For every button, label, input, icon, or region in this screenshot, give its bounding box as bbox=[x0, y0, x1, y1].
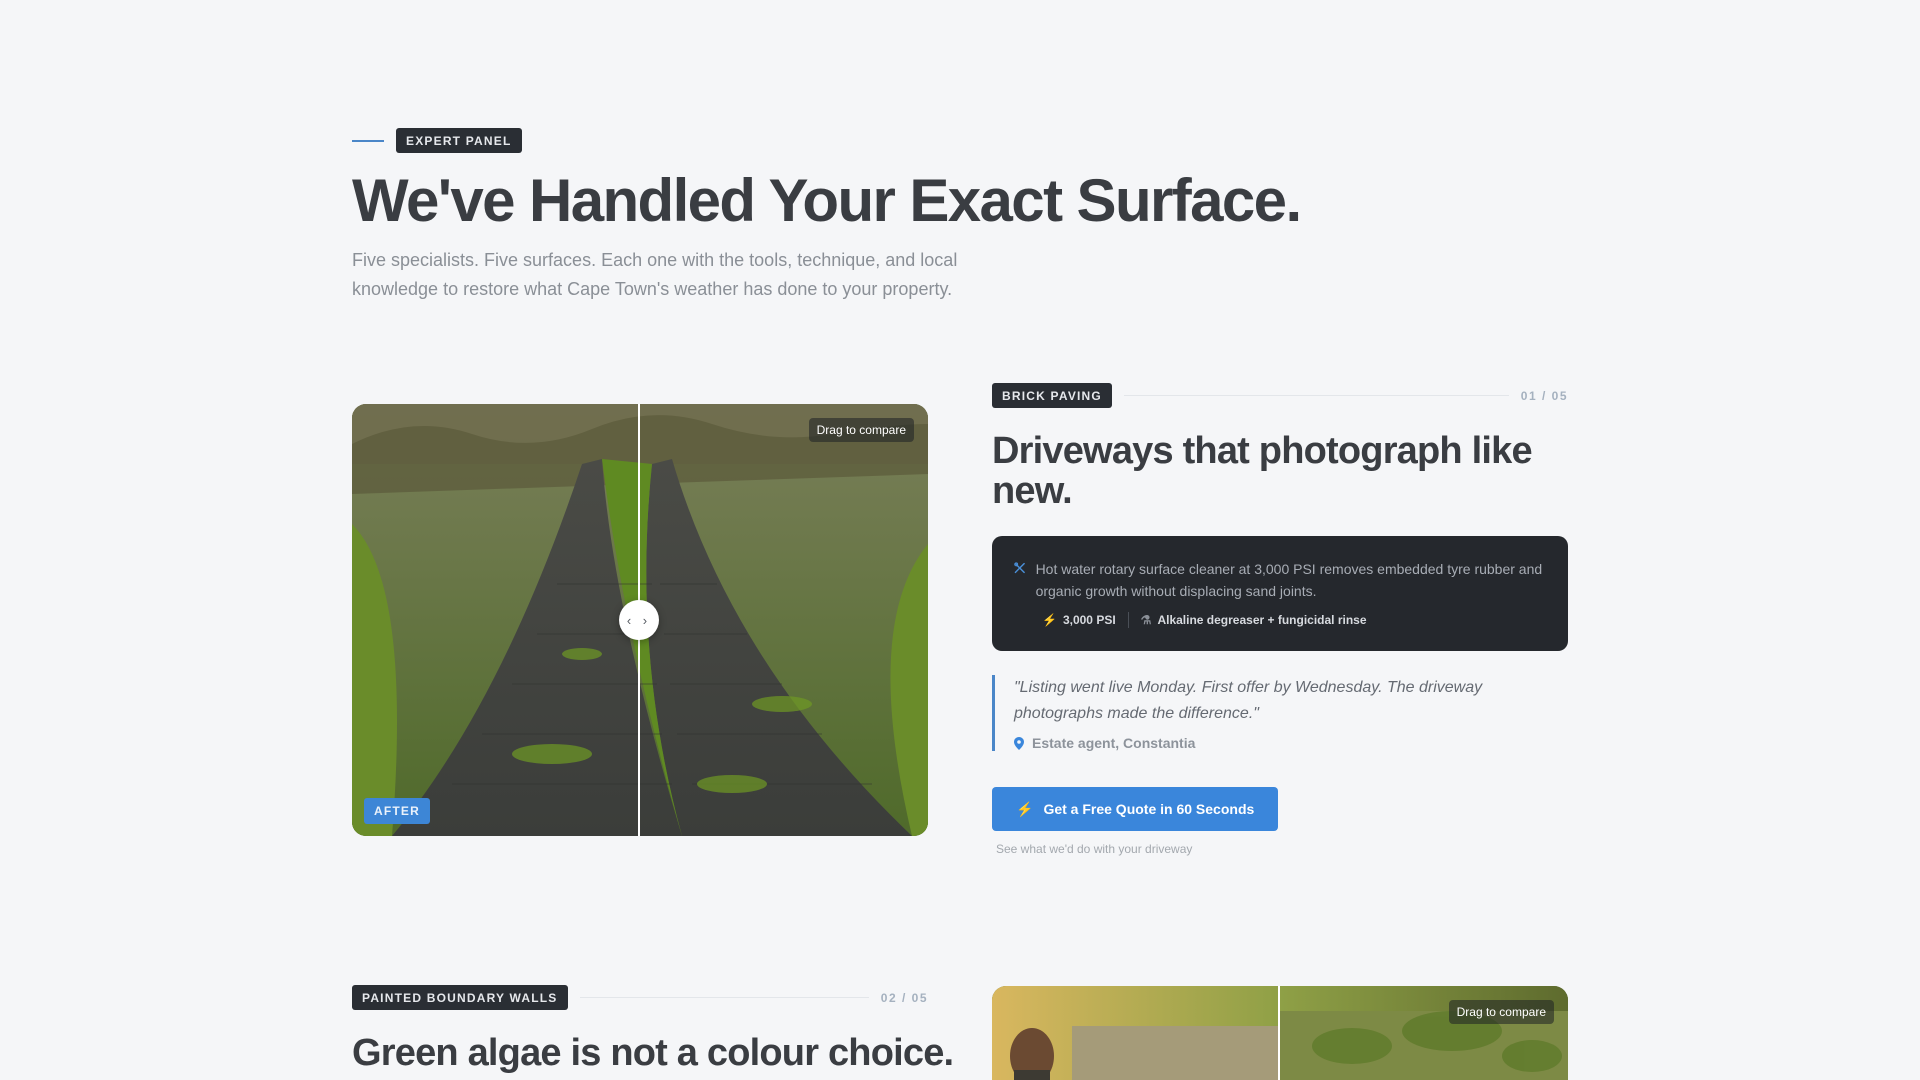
free-quote-button[interactable]: ⚡ Get a Free Quote in 60 Seconds bbox=[992, 787, 1279, 831]
pill-separator bbox=[1127, 612, 1129, 628]
flask-icon: ⚗ bbox=[1140, 613, 1152, 627]
location-pin-icon bbox=[1014, 736, 1024, 750]
chevrons-left-right-icon: ‹ › bbox=[626, 612, 652, 628]
compare-divider[interactable] bbox=[1278, 986, 1280, 1080]
bolt-icon: ⚡ bbox=[1016, 800, 1034, 817]
free-quote-label: Get a Free Quote in 60 Seconds bbox=[1043, 801, 1255, 817]
pressure-pill: ⚡ 3,000 PSI bbox=[1042, 613, 1116, 627]
section-header-brick-paving: BRICK PAVING 01 / 05 bbox=[992, 383, 1568, 408]
tools-icon bbox=[1014, 562, 1025, 574]
quote-author: Estate agent, Constantia bbox=[1014, 735, 1532, 751]
technique-pills: ⚡ 3,000 PSI ⚗ Alkaline degreaser + fungi… bbox=[1014, 612, 1544, 628]
testimonial-quote: "Listing went live Monday. First offer b… bbox=[992, 675, 1532, 751]
chemistry-label: Alkaline degreaser + fungicidal rinse bbox=[1157, 613, 1367, 627]
cta-note: See what we'd do with your driveway bbox=[996, 842, 1193, 856]
drag-to-compare-hint: Drag to compare bbox=[808, 418, 914, 442]
compare-handle[interactable]: ‹ › bbox=[619, 600, 659, 640]
bolt-icon: ⚡ bbox=[1042, 613, 1057, 627]
section-rule bbox=[1123, 395, 1509, 396]
pressure-label: 3,000 PSI bbox=[1062, 613, 1116, 627]
drag-to-compare-hint: Drag to compare bbox=[1448, 1000, 1554, 1024]
chemistry-pill: ⚗ Alkaline degreaser + fungicidal rinse bbox=[1141, 613, 1367, 627]
section-title: Green algae is not a colour choice. bbox=[352, 1032, 954, 1074]
page-title: We've Handled Your Exact Surface. bbox=[352, 167, 1302, 234]
driveway-compare-slider[interactable]: ‹ › Drag to compare AFTER bbox=[352, 404, 928, 836]
expert-panel-page: EXPERT PANEL We've Handled Your Exact Su… bbox=[0, 0, 1920, 1080]
technique-description: Hot water rotary surface cleaner at 3,00… bbox=[1035, 561, 1543, 599]
quote-author-label: Estate agent, Constantia bbox=[1032, 735, 1196, 751]
section-title: Driveways that photograph like new. bbox=[992, 430, 1533, 512]
eyebrow-line bbox=[352, 139, 384, 142]
section-header-painted-walls: PAINTED BOUNDARY WALLS 02 / 05 bbox=[352, 985, 928, 1010]
wall-compare-slider[interactable]: Drag to compare bbox=[992, 986, 1568, 1080]
eyebrow: EXPERT PANEL bbox=[352, 128, 522, 153]
eyebrow-tag: EXPERT PANEL bbox=[396, 128, 522, 153]
section-counter: 01 / 05 bbox=[1520, 388, 1568, 403]
section-rule bbox=[579, 997, 869, 998]
quote-text: "Listing went live Monday. First offer b… bbox=[1014, 679, 1483, 722]
section-tag: PAINTED BOUNDARY WALLS bbox=[352, 985, 568, 1010]
section-counter: 02 / 05 bbox=[880, 990, 928, 1005]
technique-card: Hot water rotary surface cleaner at 3,00… bbox=[992, 536, 1568, 651]
section-tag: BRICK PAVING bbox=[992, 383, 1112, 408]
page-subtitle: Five specialists. Five surfaces. Each on… bbox=[352, 250, 958, 299]
after-badge: AFTER bbox=[364, 798, 430, 824]
